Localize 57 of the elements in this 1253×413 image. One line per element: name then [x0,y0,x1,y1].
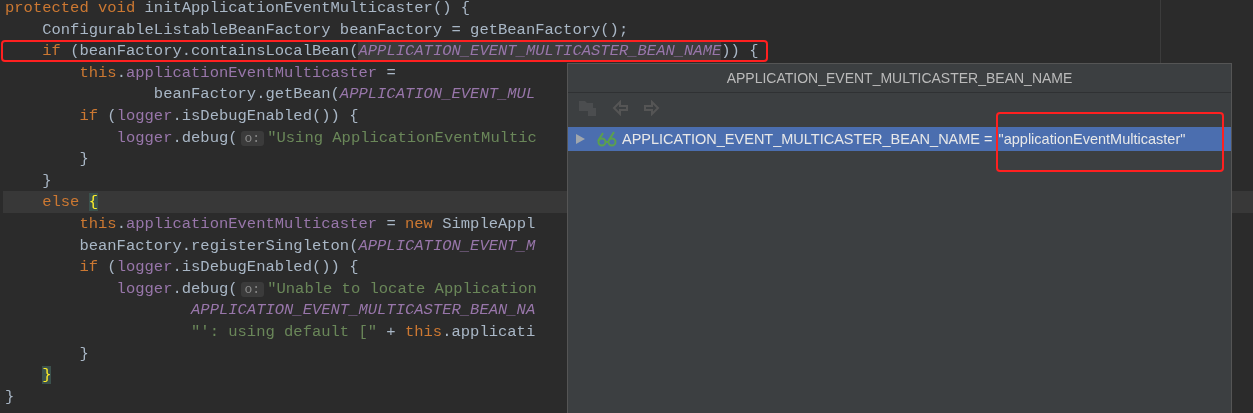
code-text: + [385,322,397,341]
code-text: .isDebugEnabled()) { [172,106,359,125]
variable-name: APPLICATION_EVENT_MULTICASTER_BEAN_NAME [622,131,981,147]
code-text: . [116,214,126,233]
field-name: logger [116,258,173,277]
keyword: if [41,42,62,61]
code-text: .applicati [442,322,536,341]
string-literal: "': using default [" [190,322,378,341]
constant-name: APPLICATION_EVENT_M [358,236,536,255]
code-text: (beanFactory.containsLocalBean( [70,42,359,61]
keyword: else [41,193,81,212]
code-text: ConfigurableListableBeanFactory beanFactory = getBeanFactory(); [41,20,629,39]
forward-arrow-icon[interactable] [642,100,660,116]
keyword: this [404,322,443,341]
code-text: SimpleAppl [442,214,536,233]
code-text: .isDebugEnabled()) { [172,258,359,277]
matched-brace: { [88,193,99,212]
constant-name: APPLICATION_EVENT_MULTICASTER_BEAN_NAME [358,42,722,61]
string-literal: "Using ApplicationEventMultic [267,128,537,147]
code-text: beanFactory.registerSingleton( [78,236,359,255]
parameter-hint: o: [240,281,265,297]
expand-arrow-icon[interactable] [574,133,586,145]
popup-title: APPLICATION_EVENT_MULTICASTER_BEAN_NAME [568,64,1231,93]
parameter-hint: o: [240,130,265,146]
code-text: } [78,150,89,169]
string-literal: "Unable to locate Application [267,279,537,298]
code-text: initApplicationEventMulticaster() { [144,0,471,17]
code-text: = [385,63,396,82]
keyword: protected void [5,0,137,17]
constant-name: APPLICATION_EVENT_MUL [339,85,536,104]
code-text: ( [107,258,117,277]
keyword: if [78,258,99,277]
field-name: logger [115,279,173,298]
code-text: beanFactory.getBean( [152,85,340,104]
field-name: applicationEventMulticaster [125,63,378,82]
field-name: logger [115,128,173,147]
keyword: this [78,63,117,82]
code-text: } [5,387,15,406]
code-text: . [116,63,126,82]
code-text: = [385,214,397,233]
equals-sign: = [983,131,994,147]
code-text: .debug( [172,128,238,147]
keyword: new [405,214,434,233]
code-text: ( [107,106,117,125]
glasses-icon [596,131,618,147]
constant-name: APPLICATION_EVENT_MULTICASTER_BEAN_NA [189,301,536,320]
code-text: )) { [721,42,759,61]
tree-row[interactable]: APPLICATION_EVENT_MULTICASTER_BEAN_NAME = "applicationEventMulticaster" [568,127,1231,151]
code-text: .debug( [172,279,238,298]
field-name: logger [116,106,173,125]
field-name: applicationEventMulticaster [125,214,378,233]
code-text: } [41,171,52,190]
keyword: this [78,214,117,233]
code-text: } [78,344,89,363]
back-arrow-icon[interactable] [612,100,630,116]
keyword: if [78,106,99,125]
variable-value: "applicationEventMulticaster" [997,131,1187,147]
